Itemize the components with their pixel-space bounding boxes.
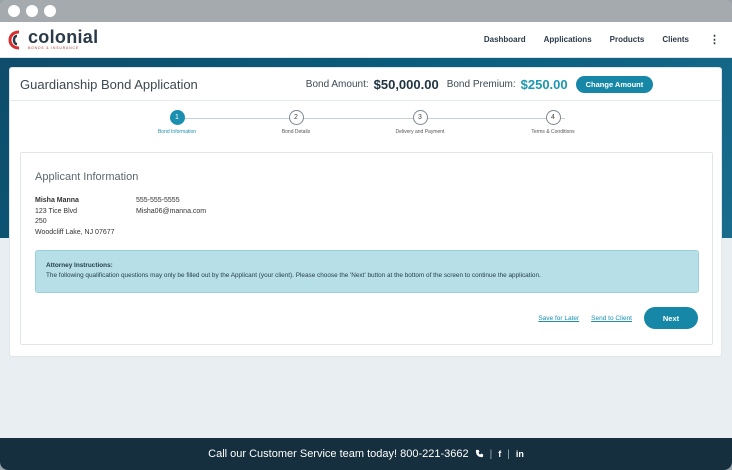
attorney-instructions-notice: Attorney Instructions: The following qua… [35, 250, 699, 293]
logo-wordmark: colonial [28, 27, 99, 48]
applicant-phone: 555-555-5555 [136, 197, 180, 204]
step-bond-information[interactable]: 1 Bond Information [132, 110, 222, 135]
browser-window: colonial BONDS & INSURANCE Dashboard App… [0, 0, 732, 470]
card-header: Guardianship Bond Application Bond Amoun… [10, 68, 721, 101]
bond-summary: Bond Amount: $50,000.00 Bond Premium: $2… [305, 75, 654, 93]
form-actions: Save for Later Send to Client Next [538, 307, 698, 329]
step-terms-conditions[interactable]: 4 Terms & Conditions [508, 110, 598, 135]
window-dot-maximize[interactable] [44, 5, 56, 17]
applicant-address-line1: 123 Tice Blvd [35, 207, 78, 215]
next-button[interactable]: Next [644, 307, 698, 329]
notice-text: The following qualification questions ma… [46, 272, 541, 279]
step-number: 4 [545, 110, 561, 125]
page-title: Guardianship Bond Application [20, 76, 198, 92]
step-label: Bond Information [157, 129, 197, 135]
change-amount-button[interactable]: Change Amount [575, 75, 654, 93]
window-dot-minimize[interactable] [26, 5, 38, 17]
applicant-contact-block: 555-555-5555 Misha06@manna.com [136, 196, 206, 217]
save-for-later-link[interactable]: Save for Later [538, 315, 579, 322]
nav-links: Dashboard Applications Products Clients … [484, 33, 720, 46]
applicant-address-block: Misha Manna 123 Tice Blvd 250 Woodcliff … [35, 196, 115, 238]
step-number: 1 [169, 110, 185, 125]
notice-title: Attorney Instructions: [46, 262, 113, 269]
nav-link-applications[interactable]: Applications [544, 35, 592, 44]
bond-premium-label: Bond Premium: [446, 78, 516, 90]
step-bond-details[interactable]: 2 Bond Details [251, 110, 341, 135]
send-to-client-link[interactable]: Send to Client [591, 315, 632, 322]
step-delivery-payment[interactable]: 3 Delivery and Payment [375, 110, 465, 135]
applicant-panel: Applicant Information Misha Manna 123 Ti… [20, 152, 713, 345]
applicant-address-line2: 250 [35, 218, 47, 225]
footer-text: Call our Customer Service team today! 80… [208, 448, 469, 460]
step-number: 3 [412, 110, 428, 125]
window-titlebar [0, 0, 732, 22]
logo-tagline: BONDS & INSURANCE [28, 46, 79, 51]
applicant-email: Misha06@manna.com [136, 207, 207, 215]
footer-bar: Call our Customer Service team today! 80… [0, 438, 732, 470]
top-navbar: colonial BONDS & INSURANCE Dashboard App… [0, 22, 732, 58]
facebook-icon[interactable]: f [498, 449, 501, 459]
linkedin-icon[interactable]: in [516, 449, 524, 459]
footer-separator: | [489, 448, 493, 460]
phone-icon[interactable] [475, 449, 484, 460]
section-title: Applicant Information [35, 171, 139, 183]
logo-mark-icon [8, 30, 24, 50]
step-number: 2 [288, 110, 304, 125]
step-label: Delivery and Payment [395, 129, 445, 135]
nav-link-dashboard[interactable]: Dashboard [484, 35, 526, 44]
progress-stepper: 1 Bond Information 2 Bond Details 3 Deli… [10, 101, 721, 143]
step-label: Terms & Conditions [531, 129, 575, 135]
window-dot-close[interactable] [8, 5, 20, 17]
more-menu-icon[interactable]: ⋮ [709, 33, 720, 46]
colonial-logo[interactable]: colonial BONDS & INSURANCE [8, 28, 98, 51]
bond-premium-value: $250.00 [520, 76, 568, 92]
nav-link-clients[interactable]: Clients [662, 35, 689, 44]
step-label: Bond Details [281, 129, 311, 135]
bond-amount-value: $50,000.00 [373, 76, 439, 92]
bond-amount-label: Bond Amount: [305, 78, 369, 90]
application-card: Guardianship Bond Application Bond Amoun… [9, 67, 722, 357]
applicant-city-state-zip: Woodcliff Lake, NJ 07677 [35, 228, 115, 236]
nav-link-products[interactable]: Products [610, 35, 645, 44]
applicant-name: Misha Manna [35, 197, 79, 204]
footer-separator: | [507, 448, 510, 460]
